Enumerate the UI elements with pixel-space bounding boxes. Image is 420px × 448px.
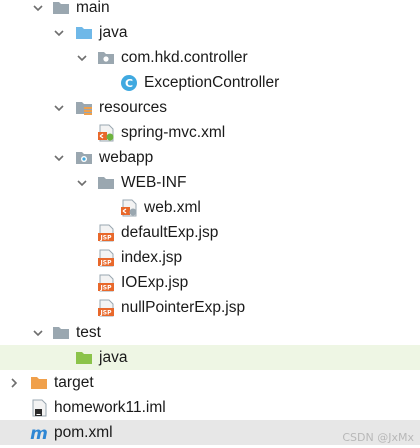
jsp-file-icon: JSP <box>97 270 115 295</box>
tree-node-java[interactable]: java <box>0 20 420 45</box>
tree-node-label: ExceptionController <box>144 74 280 91</box>
resources-folder-icon <box>75 95 93 120</box>
jsp-icon-text: JSP <box>100 259 113 266</box>
tree-node-index-jsp[interactable]: JSP index.jsp <box>0 245 420 270</box>
folder-icon <box>52 0 70 20</box>
tree-node-label: nullPointerExp.jsp <box>121 299 246 316</box>
tree-node-label: com.hkd.controller <box>121 49 248 66</box>
chevron-right-icon[interactable] <box>7 370 21 395</box>
jsp-file-icon: JSP <box>97 220 115 245</box>
tree-node-label: test <box>76 324 101 341</box>
tree-node-spring-mvc-xml[interactable]: spring-mvc.xml <box>0 120 420 145</box>
tree-node-label: index.jsp <box>121 249 183 266</box>
tree-node-label: main <box>76 0 110 16</box>
maven-icon: m <box>30 420 48 445</box>
tree-node-label: web.xml <box>144 199 201 216</box>
chevron-down-icon[interactable] <box>31 320 45 345</box>
tree-node-defaultexp-jsp[interactable]: JSP defaultExp.jsp <box>0 220 420 245</box>
tree-node-label: java <box>99 24 128 41</box>
tree-node-label: java <box>99 349 128 366</box>
test-source-folder-icon <box>75 345 93 370</box>
tree-node-web-xml[interactable]: web.xml <box>0 195 420 220</box>
chevron-down-icon[interactable] <box>52 20 66 45</box>
tree-node-homework11-iml[interactable]: homework11.iml <box>0 395 420 420</box>
tree-node-package[interactable]: com.hkd.controller <box>0 45 420 70</box>
tree-node-webapp[interactable]: webapp <box>0 145 420 170</box>
class-icon-letter: C <box>125 77 133 90</box>
tree-node-label: defaultExp.jsp <box>121 224 219 241</box>
tree-node-label: webapp <box>99 149 154 166</box>
jsp-file-icon: JSP <box>97 295 115 320</box>
xml-config-file-icon <box>120 195 138 220</box>
tree-node-resources[interactable]: resources <box>0 95 420 120</box>
package-icon <box>97 45 115 70</box>
module-file-icon <box>30 395 48 420</box>
tree-node-label: homework11.iml <box>54 399 166 416</box>
jsp-icon-text: JSP <box>100 234 113 241</box>
tree-node-test-java[interactable]: java <box>0 345 420 370</box>
tree-node-test[interactable]: test <box>0 320 420 345</box>
jsp-file-icon: JSP <box>97 245 115 270</box>
web-folder-icon <box>75 145 93 170</box>
tree-node-nullpointerexp-jsp[interactable]: JSP nullPointerExp.jsp <box>0 295 420 320</box>
chevron-down-icon[interactable] <box>52 145 66 170</box>
tree-node-web-inf[interactable]: WEB-INF <box>0 170 420 195</box>
chevron-down-icon[interactable] <box>75 45 89 70</box>
chevron-down-icon[interactable] <box>52 95 66 120</box>
tree-node-label: spring-mvc.xml <box>121 124 226 141</box>
folder-icon <box>97 170 115 195</box>
tree-node-exception-controller[interactable]: C ExceptionController <box>0 70 420 95</box>
maven-icon-letter: m <box>30 424 48 442</box>
tree-node-label: target <box>54 374 94 391</box>
watermark: CSDN @JxMx <box>342 431 414 444</box>
tree-node-label: WEB-INF <box>121 174 187 191</box>
tree-node-main[interactable]: main <box>0 0 420 20</box>
excluded-folder-icon <box>30 370 48 395</box>
chevron-down-icon[interactable] <box>31 0 45 20</box>
tree-node-label: IOExp.jsp <box>121 274 189 291</box>
jsp-icon-text: JSP <box>100 309 113 316</box>
xml-config-file-icon <box>97 120 115 145</box>
tree-node-target[interactable]: target <box>0 370 420 395</box>
tree-node-label: pom.xml <box>54 424 113 441</box>
tree-node-ioexp-jsp[interactable]: JSP IOExp.jsp <box>0 270 420 295</box>
jsp-icon-text: JSP <box>100 284 113 291</box>
tree-node-label: resources <box>99 99 168 116</box>
folder-icon <box>52 320 70 345</box>
chevron-down-icon[interactable] <box>75 170 89 195</box>
source-folder-icon <box>75 20 93 45</box>
class-icon: C <box>120 70 138 95</box>
